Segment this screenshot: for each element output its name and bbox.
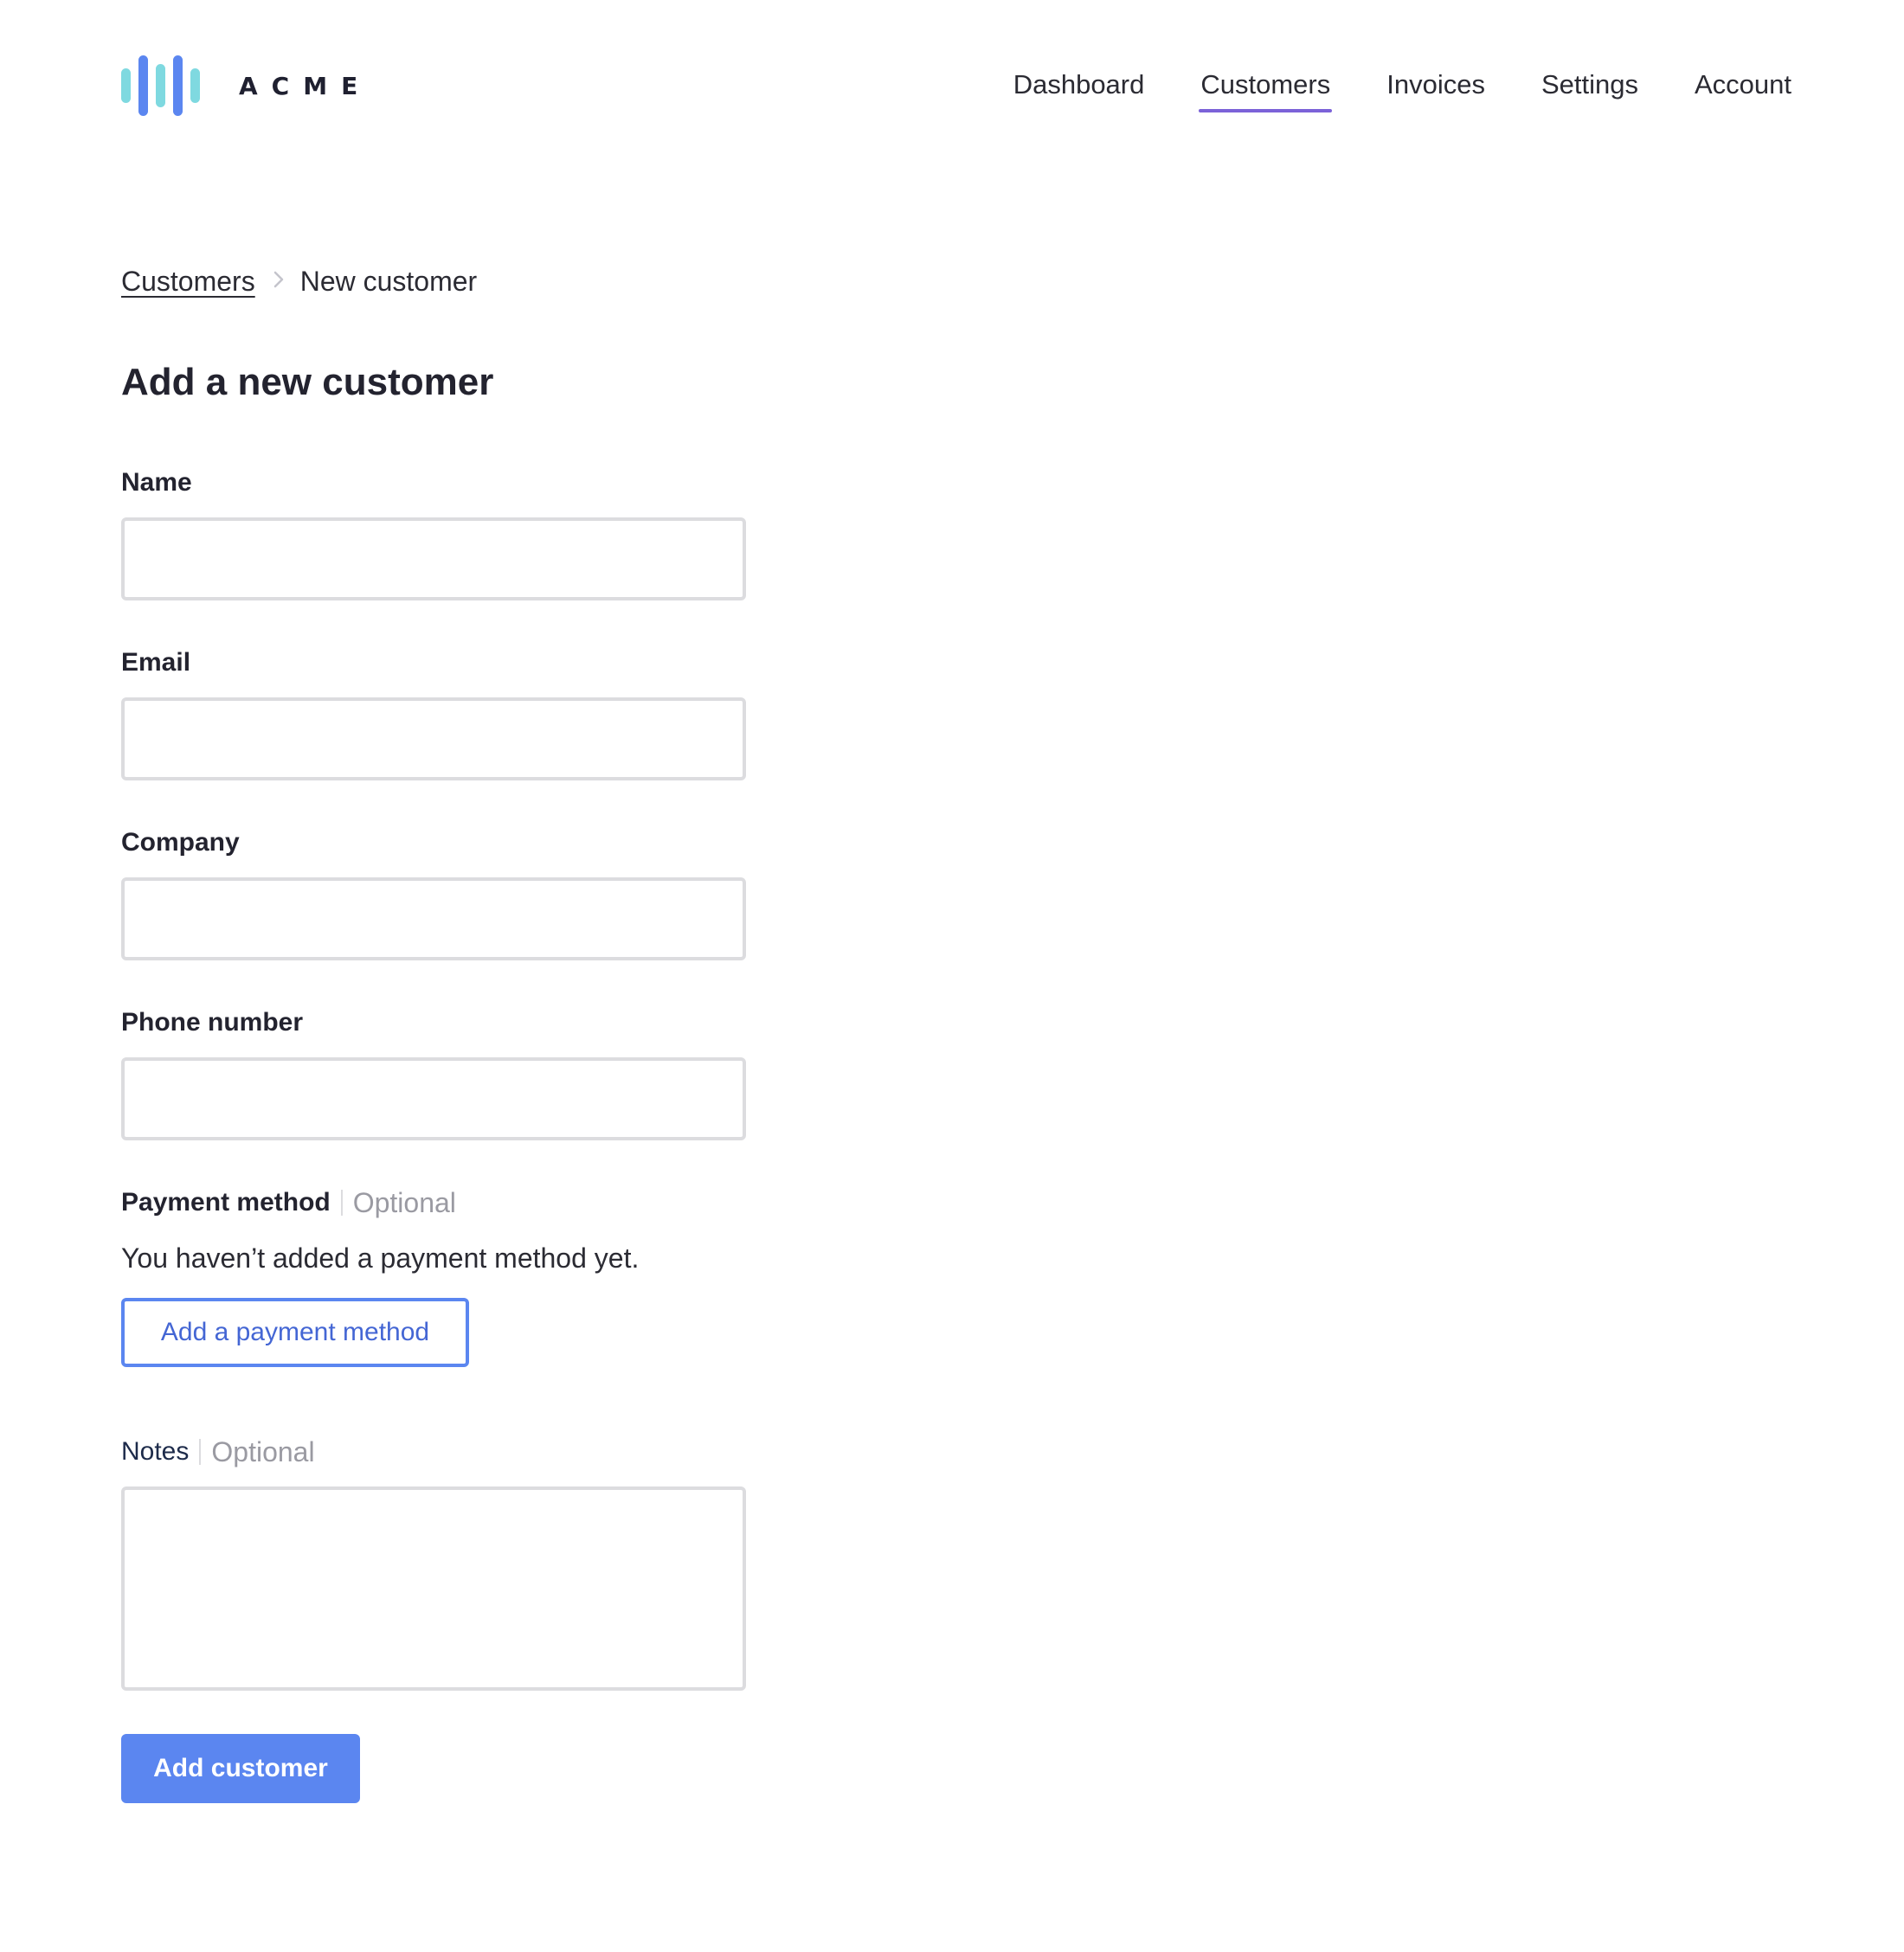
nav-item-invoices[interactable]: Invoices xyxy=(1386,69,1485,111)
phone-input[interactable] xyxy=(121,1057,746,1140)
breadcrumb: Customers New customer xyxy=(121,260,900,303)
email-label: Email xyxy=(121,648,191,677)
company-input[interactable] xyxy=(121,877,746,960)
email-field-group: Email xyxy=(121,645,746,780)
payment-method-section: Payment method Optional You haven’t adde… xyxy=(121,1185,744,1367)
add-payment-method-button[interactable]: Add a payment method xyxy=(121,1298,469,1367)
breadcrumb-link-customers[interactable]: Customers xyxy=(121,266,255,298)
main-nav: Dashboard Customers Invoices Settings Ac… xyxy=(957,69,1791,112)
company-field-group: Company xyxy=(121,825,746,960)
label-divider xyxy=(340,1190,343,1216)
nav-item-dashboard[interactable]: Dashboard xyxy=(1013,69,1145,111)
payment-empty-message: You haven’t added a payment method yet. xyxy=(121,1242,640,1274)
phone-label: Phone number xyxy=(121,1008,304,1037)
name-label: Name xyxy=(121,468,192,497)
email-input[interactable] xyxy=(121,697,746,780)
name-input[interactable] xyxy=(121,517,746,600)
phone-field-group: Phone number xyxy=(121,1005,746,1140)
chevron-right-icon xyxy=(273,266,285,296)
notes-label: Notes xyxy=(121,1437,190,1466)
page-title: Add a new customer xyxy=(121,361,494,403)
main-content: Customers New customer Add a new custome… xyxy=(121,260,900,1803)
brand-wordmark: ACME xyxy=(239,71,372,100)
brand-logo[interactable]: ACME xyxy=(121,55,371,116)
company-label: Company xyxy=(121,828,240,857)
add-customer-button[interactable]: Add customer xyxy=(121,1734,360,1803)
nav-item-customers[interactable]: Customers xyxy=(1199,69,1333,112)
label-divider xyxy=(199,1439,202,1465)
optional-tag: Optional xyxy=(211,1435,315,1467)
nav-item-settings[interactable]: Settings xyxy=(1541,69,1638,111)
top-header: ACME Dashboard Customers Invoices Settin… xyxy=(0,0,1904,173)
audio-bars-logo-icon xyxy=(121,55,201,116)
notes-textarea[interactable] xyxy=(121,1486,746,1691)
payment-method-label: Payment method xyxy=(121,1188,331,1217)
breadcrumb-current: New customer xyxy=(299,265,478,297)
name-field-group: Name xyxy=(121,466,746,600)
nav-item-account[interactable]: Account xyxy=(1695,69,1791,111)
notes-label-row: Notes Optional xyxy=(121,1435,744,1469)
payment-method-label-row: Payment method Optional xyxy=(121,1185,744,1220)
notes-field-group: Notes Optional xyxy=(121,1435,746,1691)
optional-tag: Optional xyxy=(352,1186,456,1218)
